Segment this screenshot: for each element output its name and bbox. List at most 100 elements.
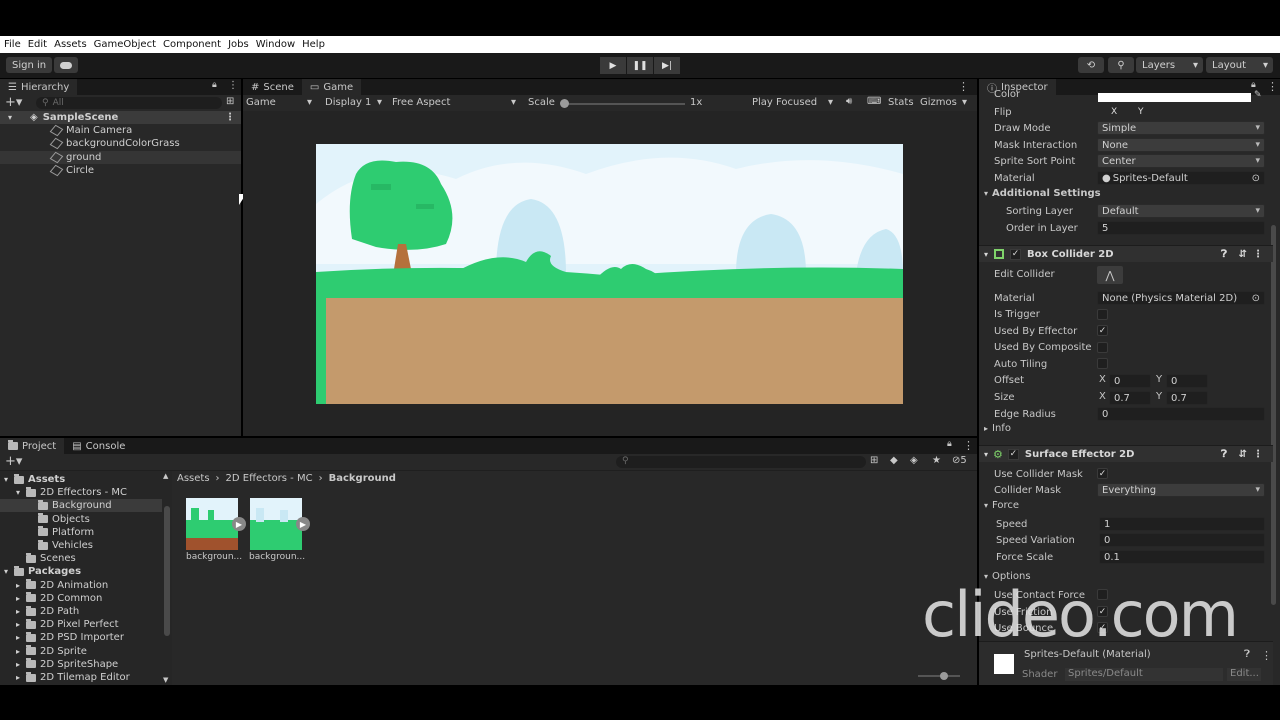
more-icon[interactable]: ⋮ (963, 439, 974, 452)
used-by-composite-checkbox[interactable] (1097, 342, 1108, 353)
pause-button[interactable]: ❚❚ (627, 57, 653, 74)
shader-dropdown[interactable]: Sprites/Default (1065, 668, 1223, 681)
play-focused-dropdown[interactable]: Play Focused (752, 97, 817, 108)
chevron-right-icon[interactable]: ▸ (16, 647, 26, 656)
collider-mask-dropdown[interactable]: Everything (1097, 483, 1265, 497)
force-scale-field[interactable]: 0.1 (1099, 550, 1265, 564)
help-icon[interactable]: ❓︎ (1244, 649, 1250, 660)
tree-item[interactable]: ▸ 2D Sprite (0, 645, 162, 658)
menu-jobs[interactable]: Jobs (228, 39, 249, 50)
object-picker-icon[interactable]: ⊙ (1252, 293, 1260, 304)
play-button[interactable]: ▶ (600, 57, 626, 74)
chevron-down-icon[interactable]: ▾ (4, 567, 14, 576)
chevron-right-icon[interactable]: ▸ (16, 633, 26, 642)
preset-icon[interactable]: ⇵ (1239, 449, 1247, 460)
stats-button[interactable]: Stats (888, 97, 914, 108)
offset-y-field[interactable]: 0 (1166, 374, 1208, 388)
tab-project[interactable]: Project (0, 438, 65, 454)
hidden-packages-icon[interactable]: ⊘5 (952, 455, 967, 466)
material-field[interactable]: ● Sprites-Default ⊙ (1097, 171, 1265, 185)
tree-item[interactable]: ▸ 2D Tilemap Editor (0, 671, 162, 684)
chevron-right-icon[interactable]: ▸ (16, 620, 26, 629)
chevron-right-icon[interactable]: ▸ (16, 660, 26, 669)
search-by-type-icon[interactable]: ⊞ (870, 455, 878, 466)
history-button[interactable]: ⟲ (1078, 57, 1104, 73)
breadcrumb-item[interactable]: 2D Effectors - MC (226, 473, 313, 484)
color-swatch[interactable] (1098, 93, 1251, 102)
scene-row[interactable]: ▾ ◈ SampleScene ⋮ (0, 111, 241, 124)
sign-in-button[interactable]: Sign in (6, 57, 53, 73)
scale-slider[interactable] (560, 99, 685, 108)
box-collider-enabled-checkbox[interactable]: ✓ (1010, 248, 1022, 260)
tree-item[interactable]: Scenes (0, 552, 162, 565)
expand-asset-icon[interactable]: ▶ (296, 517, 310, 531)
tree-item[interactable]: ▸ 2D Pixel Perfect (0, 618, 162, 631)
mute-audio-icon[interactable]: 🔊︎ (846, 96, 852, 107)
asset-thumbnail[interactable]: ▶ (250, 498, 310, 550)
hierarchy-item[interactable]: backgroundColorGrass (0, 137, 241, 150)
force-foldout[interactable]: ▾ Force (984, 500, 1019, 511)
preset-icon[interactable]: ⇵ (1239, 249, 1247, 260)
keyboard-icon[interactable]: ⌨ (867, 96, 881, 107)
use-collider-mask-checkbox[interactable]: ✓ (1097, 468, 1108, 479)
box-collider-header[interactable]: ▾ ✓ Box Collider 2D ❓︎ ⇵ ⋮ (979, 245, 1273, 262)
edit-shader-button[interactable]: Edit... (1227, 668, 1261, 681)
draw-mode-dropdown[interactable]: Simple (1097, 121, 1265, 135)
scroll-down-icon[interactable]: ▼ (163, 676, 168, 684)
sort-point-dropdown[interactable]: Center (1097, 154, 1265, 168)
lock-icon[interactable]: 🔒︎ (947, 439, 952, 449)
offset-x-field[interactable]: 0 (1109, 374, 1151, 388)
tree-item[interactable]: ▾ 2D Effectors - MC (0, 486, 162, 499)
breadcrumb-item[interactable]: Assets (177, 473, 210, 484)
hierarchy-item[interactable]: Main Camera (0, 124, 241, 137)
menu-gameobject[interactable]: GameObject (94, 39, 156, 50)
tab-game[interactable]: ▭ Game (301, 79, 362, 95)
slider-thumb[interactable] (940, 672, 948, 680)
object-picker-icon[interactable]: ⊙ (1252, 173, 1260, 184)
game-dropdown[interactable]: Game (246, 97, 276, 108)
tree-item[interactable]: ▾ Packages (0, 565, 162, 578)
scene-filter-icon[interactable]: ⊞ (226, 96, 234, 107)
help-icon[interactable]: ❓︎ (1221, 449, 1227, 460)
tree-item[interactable]: Platform (0, 526, 162, 539)
thumbnail-size-slider[interactable] (918, 672, 960, 680)
order-in-layer-field[interactable]: 5 (1097, 221, 1265, 235)
surface-effector-enabled-checkbox[interactable]: ✓ (1007, 448, 1019, 460)
project-search-input[interactable]: ⚲ (616, 456, 866, 468)
chevron-down-icon[interactable]: ▾ (16, 488, 26, 497)
more-icon[interactable]: ⋮ (1261, 649, 1272, 662)
expand-icon[interactable]: ▾ (8, 113, 12, 122)
add-icon[interactable]: +▾ (5, 95, 22, 110)
edge-radius-field[interactable]: 0 (1097, 407, 1265, 421)
speed-variation-field[interactable]: 0 (1099, 533, 1265, 547)
used-by-effector-checkbox[interactable]: ✓ (1097, 325, 1108, 336)
edit-collider-button[interactable]: ⋀ (1097, 266, 1123, 284)
display-dropdown[interactable]: Display 1 (325, 97, 371, 108)
menu-component[interactable]: Component (163, 39, 221, 50)
chevron-right-icon[interactable]: ▸ (16, 594, 26, 603)
tree-scrollbar[interactable] (164, 506, 170, 636)
tree-item[interactable]: Vehicles (0, 539, 162, 552)
size-x-field[interactable]: 0.7 (1109, 391, 1151, 405)
tree-item[interactable]: ▸ 2D Common (0, 592, 162, 605)
tree-item[interactable]: ▸ 2D Animation (0, 579, 162, 592)
tab-scene[interactable]: # Scene (243, 79, 302, 95)
speed-field[interactable]: 1 (1099, 517, 1265, 531)
chevron-right-icon[interactable]: ▸ (16, 673, 26, 682)
help-icon[interactable]: ❓︎ (1221, 249, 1227, 260)
search-by-label-icon[interactable]: ◆ (890, 455, 898, 466)
search-button[interactable]: ⚲ (1108, 57, 1134, 73)
lock-icon[interactable]: 🔒︎ (1251, 80, 1256, 90)
menu-edit[interactable]: Edit (28, 39, 47, 50)
tree-item[interactable]: Background (0, 499, 162, 513)
aspect-dropdown[interactable]: Free Aspect (392, 97, 450, 108)
menu-file[interactable]: File (4, 39, 21, 50)
is-trigger-checkbox[interactable] (1097, 309, 1108, 320)
gizmos-button[interactable]: Gizmos (920, 97, 957, 108)
tree-item[interactable]: ▾ Assets (0, 473, 162, 486)
chevron-down-icon[interactable]: ▾ (4, 475, 14, 484)
tab-console[interactable]: ▤ Console (64, 438, 133, 454)
more-icon[interactable]: ⋮ (1253, 249, 1263, 260)
step-button[interactable]: ▶| (654, 57, 680, 74)
tree-item[interactable]: ▸ 2D Path (0, 605, 162, 618)
